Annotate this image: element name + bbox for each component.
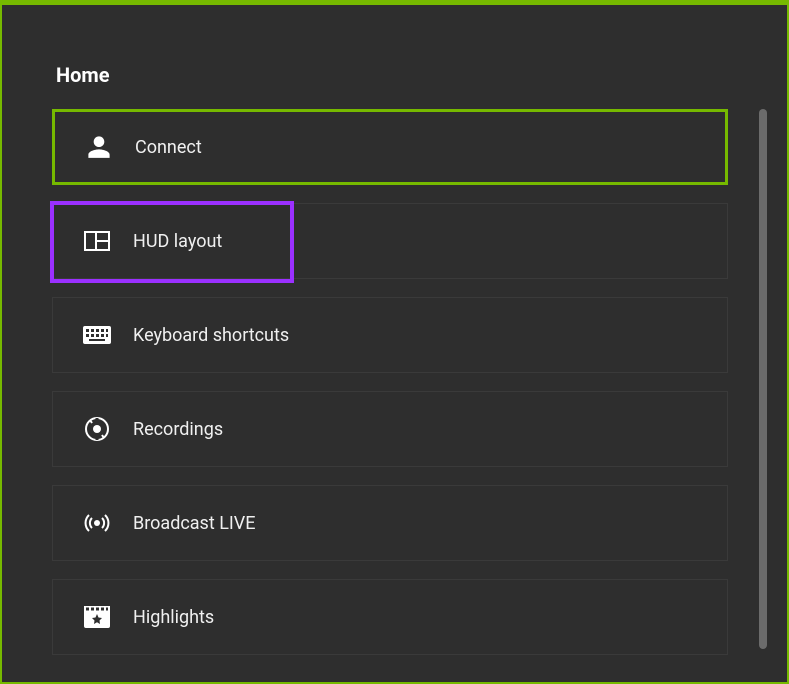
page-title: Home <box>56 63 110 87</box>
scrollbar[interactable] <box>759 109 767 659</box>
menu-item-label: Highlights <box>133 607 214 628</box>
menu-item-recordings[interactable]: Recordings <box>52 391 728 467</box>
menu-item-label: Keyboard shortcuts <box>133 325 289 346</box>
menu-item-connect[interactable]: Connect <box>52 109 728 185</box>
menu-item-label: Recordings <box>133 419 223 440</box>
menu-list: Connect HUD layout <box>52 109 728 669</box>
broadcast-icon <box>83 509 111 537</box>
layout-icon <box>83 227 111 255</box>
menu-item-label: Connect <box>135 137 202 158</box>
record-icon <box>83 415 111 443</box>
menu-item-highlights[interactable]: Highlights <box>52 579 728 655</box>
highlights-icon <box>83 603 111 631</box>
keyboard-icon <box>83 321 111 349</box>
menu-item-keyboard-shortcuts[interactable]: Keyboard shortcuts <box>52 297 728 373</box>
menu-item-broadcast-live[interactable]: Broadcast LIVE <box>52 485 728 561</box>
user-icon <box>85 133 113 161</box>
menu-item-hud-layout[interactable]: HUD layout <box>52 203 728 279</box>
menu-item-label: HUD layout <box>133 231 222 252</box>
menu-item-label: Broadcast LIVE <box>133 513 255 534</box>
scrollbar-thumb[interactable] <box>759 109 767 649</box>
